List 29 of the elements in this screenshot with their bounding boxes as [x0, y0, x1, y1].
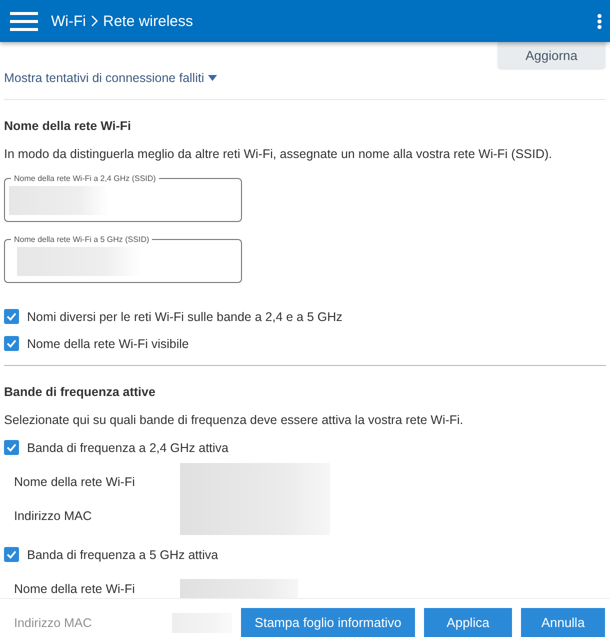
checkbox-label: Banda di frequenza a 2,4 GHz attiva: [27, 440, 229, 454]
checkbox[interactable]: [4, 336, 19, 351]
input-field[interactable]: Nome della rete Wi-Fi a 2,4 GHz (SSID): [4, 174, 242, 222]
page-title: Rete wireless: [102, 12, 194, 30]
chevron-right-icon: [90, 15, 98, 27]
menu-icon[interactable]: [10, 11, 38, 31]
section-description: In modo da distinguerla meglio da altre reti Wi-Fi, assegnate un nome alla vostra rete Wi-Fi (SSID).: [4, 147, 554, 161]
checkbox[interactable]: [4, 547, 19, 562]
caret-down-icon: [208, 75, 218, 81]
field-label: Indirizzo MAC: [14, 616, 92, 630]
breadcrumb-link[interactable]: Wi-Fi: [51, 12, 86, 30]
section-description: Selezionate qui su quali bande di frequenza deve essere attiva la vostra rete Wi-Fi.: [4, 413, 464, 427]
checkbox[interactable]: [4, 309, 19, 324]
checkbox-label: Nome della rete Wi-Fi visibile: [27, 336, 189, 350]
checkbox-label: Nomi diversi per le reti Wi-Fi sulle bande a 2,4 e a 5 GHz: [27, 310, 342, 324]
checkbox[interactable]: [4, 440, 19, 455]
cancel-button[interactable]: Annulla: [521, 608, 605, 637]
input-field[interactable]: Nome della rete Wi-Fi a 5 GHz (SSID): [4, 235, 242, 283]
refresh-button[interactable]: Aggiorna: [498, 42, 605, 68]
apply-button[interactable]: Applica: [424, 608, 512, 637]
print-info-sheet-button[interactable]: Stampa foglio informativo: [241, 608, 415, 637]
section-title: Bande di frequenza attive: [4, 385, 156, 399]
field-label: Nome della rete Wi-Fi: [14, 582, 135, 596]
field-label: Indirizzo MAC: [14, 509, 92, 523]
more-options-icon[interactable]: [597, 14, 602, 28]
field-label: Nome della rete Wi-Fi: [14, 475, 135, 489]
show-failed-attempts-link[interactable]: Mostra tentativi di connessione falliti: [4, 71, 218, 85]
section-title: Nome della rete Wi-Fi: [4, 119, 132, 133]
checkbox-label: Banda di frequenza a 5 GHz attiva: [27, 548, 218, 562]
